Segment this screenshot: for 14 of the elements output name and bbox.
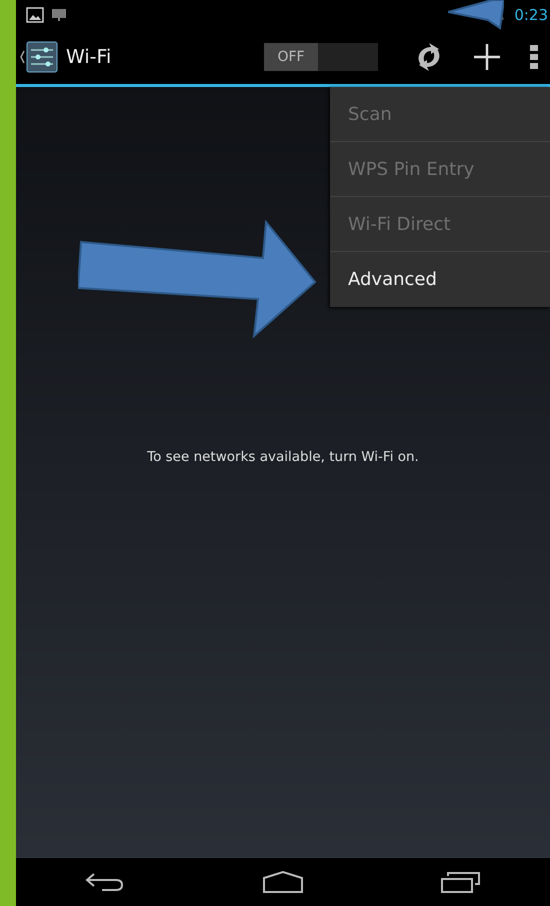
up-button[interactable]: Wi-Fi [16, 41, 116, 73]
wifi-off-message: To see networks available, turn Wi-Fi on. [147, 449, 419, 467]
clock: 0:23 [514, 6, 549, 24]
plus-icon [471, 41, 503, 73]
home-icon [262, 870, 304, 894]
picture-icon [26, 7, 44, 23]
menu-icon [529, 43, 539, 71]
arrow-annotation [448, 0, 504, 30]
barcode-icon [52, 8, 66, 22]
settings-app-icon [20, 41, 60, 73]
wifi-switch[interactable]: OFF [264, 43, 378, 71]
menu-item[interactable]: Advanced [330, 252, 550, 307]
recent-apps-icon [440, 870, 482, 894]
screen-title: Wi-Fi [66, 46, 112, 68]
